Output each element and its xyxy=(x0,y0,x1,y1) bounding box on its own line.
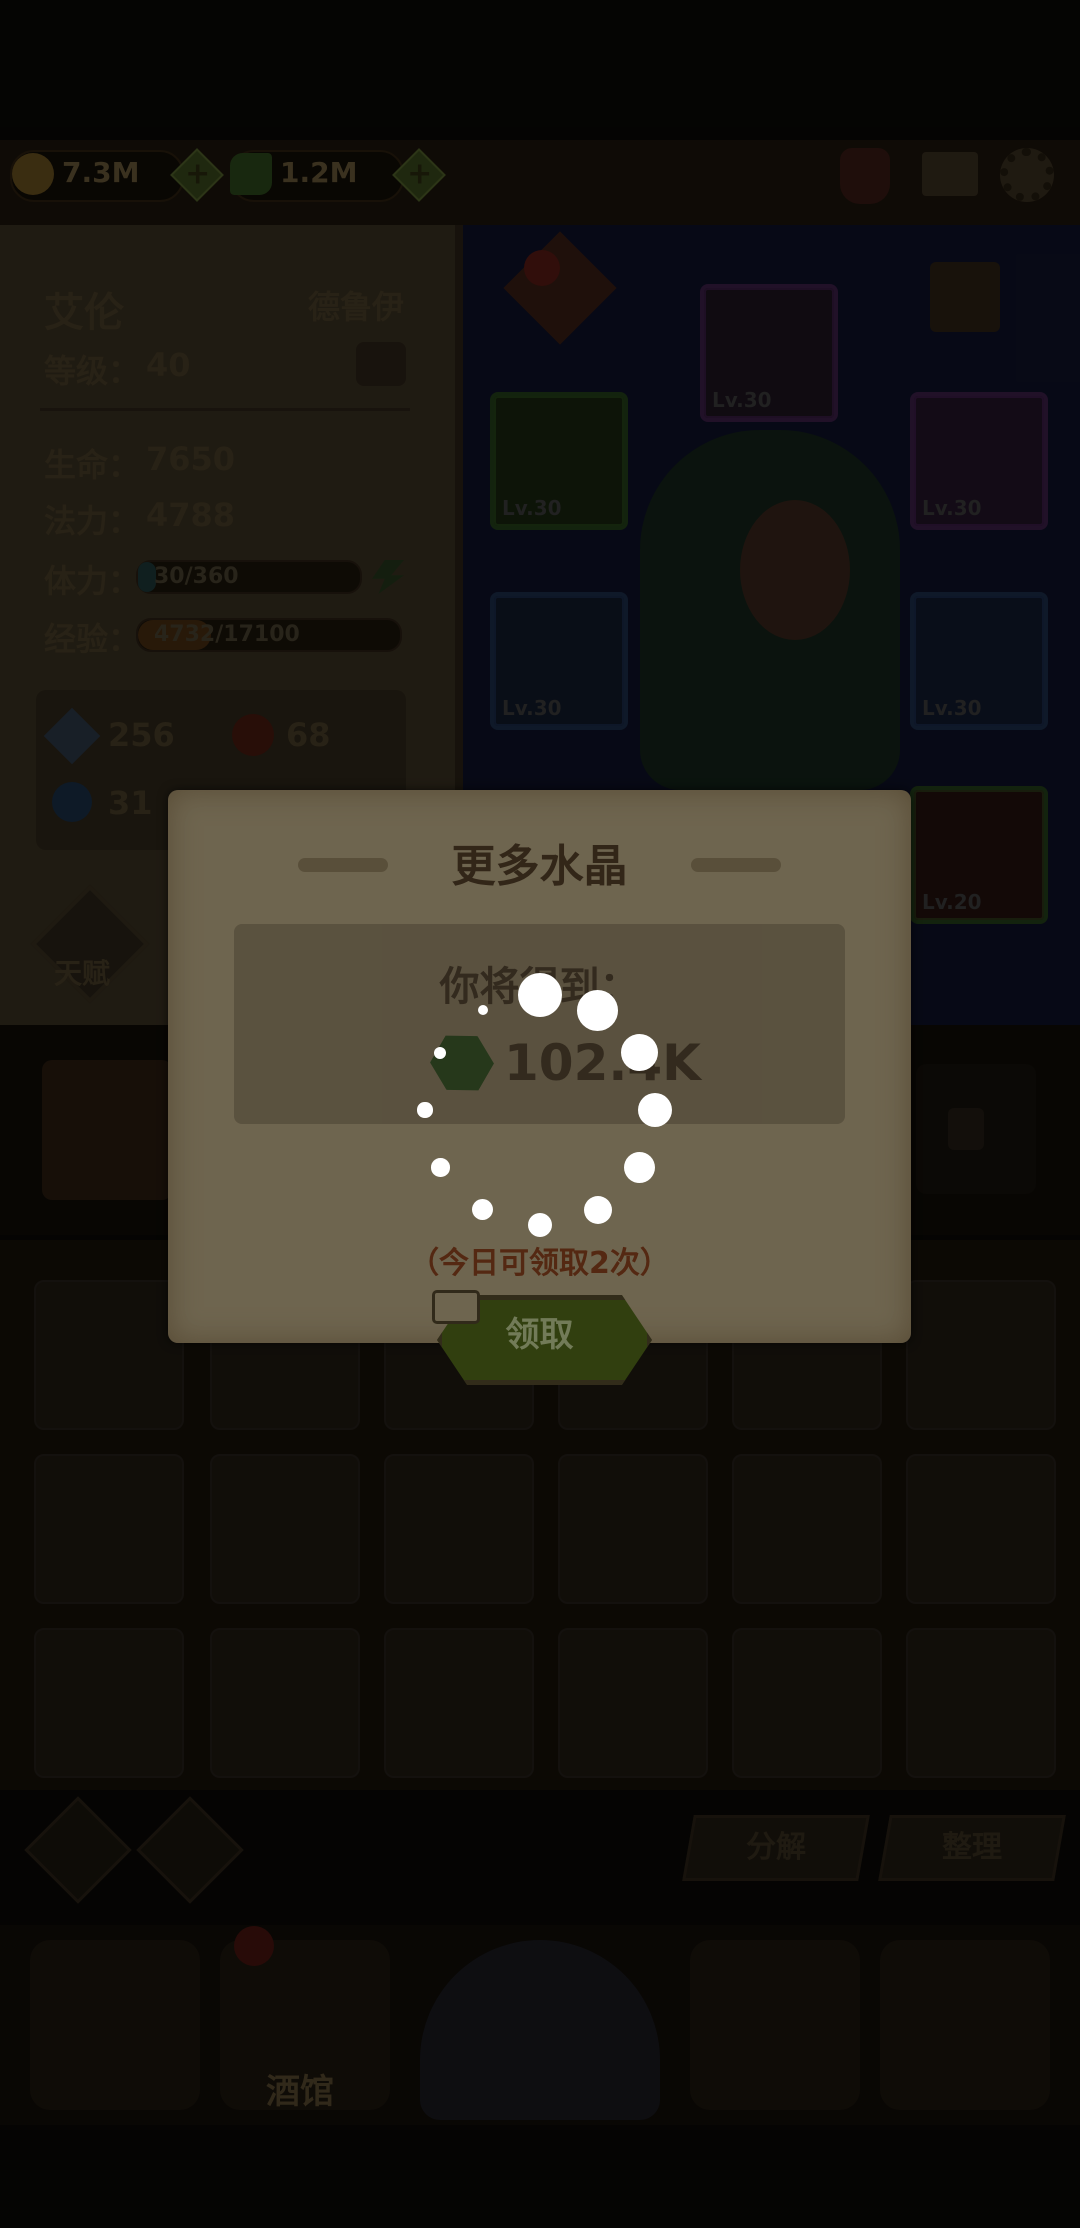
spinner-dot xyxy=(527,1212,553,1238)
spinner-dot xyxy=(417,1102,433,1118)
spinner-dot xyxy=(577,990,618,1031)
spinner-dot xyxy=(431,1158,450,1177)
spinner-dot xyxy=(518,973,562,1017)
spinner-dot xyxy=(477,1005,488,1016)
spinner-dot xyxy=(623,1151,656,1184)
spinner-dot xyxy=(583,1195,612,1224)
spinner-dot xyxy=(620,1033,659,1072)
spinner-dot xyxy=(637,1092,673,1128)
loading-spinner xyxy=(400,970,680,1250)
spinner-dot xyxy=(471,1198,494,1221)
spinner-dot xyxy=(434,1046,447,1059)
